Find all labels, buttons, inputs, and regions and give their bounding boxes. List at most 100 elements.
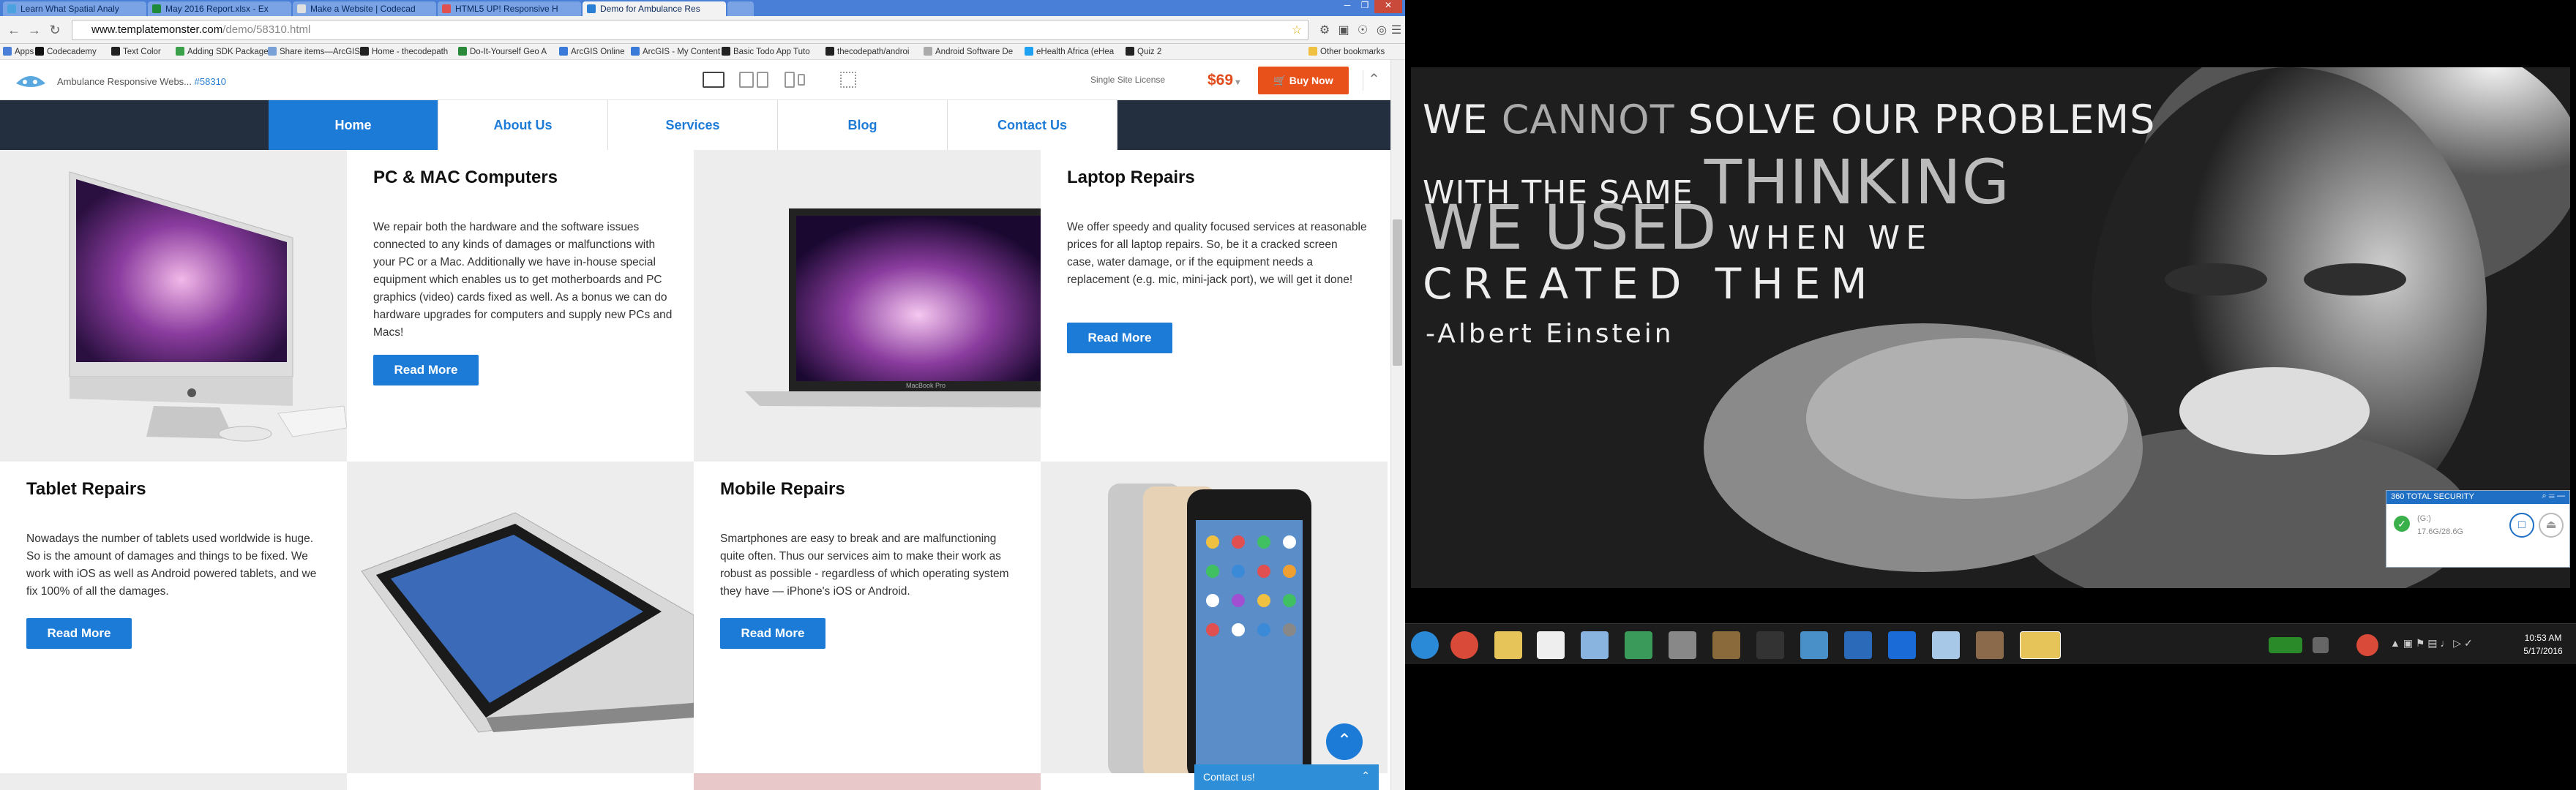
bookmark-favicon <box>924 47 932 56</box>
collapse-icon[interactable]: ⌃ <box>1363 70 1385 91</box>
browser-tab-active[interactable]: Demo for Ambulance Res <box>583 1 726 16</box>
nav-contact-us[interactable]: Contact Us <box>948 100 1117 150</box>
terminal-icon[interactable] <box>1756 631 1784 659</box>
star-icon[interactable]: ☆ <box>1289 23 1304 37</box>
bookmark-item[interactable]: eHealth Africa (eHea <box>1025 47 1114 56</box>
nav-about-us[interactable]: About Us <box>438 100 608 150</box>
app-icon[interactable] <box>1976 631 2004 659</box>
browser-tab[interactable]: May 2016 Report.xlsx - Ex <box>148 1 291 16</box>
read-more-button[interactable]: Read More <box>26 618 132 649</box>
bookmark-label: ArcGIS - My Content <box>643 48 721 56</box>
bookmark-item[interactable]: Share items—ArcGIS <box>268 47 360 56</box>
tab-title: May 2016 Report.xlsx - Ex <box>165 4 269 14</box>
bookmark-item[interactable]: Home - thecodepath <box>360 47 448 56</box>
bookmark-favicon <box>1308 47 1317 56</box>
url-path: /demo/58310.html <box>222 23 311 36</box>
scrollbar[interactable] <box>1390 60 1405 790</box>
scrollbar-thumb[interactable] <box>1393 219 1402 366</box>
bookmark-item[interactable]: Codecademy <box>35 47 97 56</box>
security-window-controls[interactable]: ⌕ ☰ — <box>2542 492 2565 501</box>
mobile-small-icon[interactable] <box>798 74 805 86</box>
app-icon[interactable] <box>1712 631 1740 659</box>
tablet-portrait-icon[interactable] <box>757 72 768 88</box>
chevron-up-icon[interactable]: ⌃ <box>1361 770 1370 782</box>
bookmark-item[interactable]: Adding SDK Package <box>176 47 269 56</box>
bookmark-item[interactable]: Android Software De <box>924 47 1013 56</box>
extension-icon[interactable]: ⚙ <box>1317 23 1332 37</box>
bookmark-label: Text Color <box>123 48 161 56</box>
tray-icons[interactable]: ▲ ▣ ⚑ ▤ ♩ ▷ ✓ <box>2390 637 2473 650</box>
bookmark-item[interactable]: Other bookmarks <box>1308 47 1385 56</box>
menu-icon[interactable]: ☰ <box>1389 23 1404 37</box>
bookmark-label: Home - thecodepath <box>372 48 449 56</box>
extension-icon[interactable]: ▣ <box>1336 23 1351 37</box>
card-title: PC & MAC Computers <box>373 168 558 187</box>
scroll-to-top-button[interactable]: ⌃ <box>1326 723 1363 760</box>
network-tray-icon[interactable] <box>2313 637 2329 653</box>
template-code[interactable]: #58310 <box>195 76 226 87</box>
read-more-button[interactable]: Read More <box>373 355 479 385</box>
signal-icon[interactable] <box>2269 637 2302 653</box>
vscode-icon[interactable] <box>1844 631 1872 659</box>
document-icon[interactable] <box>1537 631 1565 659</box>
bookmark-item[interactable]: Do-It-Yourself Geo A <box>458 47 547 56</box>
contact-widget[interactable]: Contact us! ⌃ <box>1194 764 1379 790</box>
bookmark-item[interactable]: Apps <box>3 47 34 56</box>
nav-services[interactable]: Services <box>608 100 778 150</box>
buy-now-button[interactable]: 🛒 Buy Now <box>1258 67 1349 94</box>
bookmark-item[interactable]: ArcGIS Online <box>559 47 625 56</box>
read-more-button[interactable]: Read More <box>720 618 825 649</box>
tablet-landscape-icon[interactable] <box>739 72 754 88</box>
chrome-icon[interactable] <box>1450 631 1478 659</box>
new-tab-button[interactable] <box>727 1 754 16</box>
url-host: www.templatemonster.com <box>91 23 223 36</box>
security-tray-icon[interactable] <box>2356 634 2378 656</box>
address-bar[interactable]: www.templatemonster.com/demo/58310.html <box>72 20 1308 40</box>
bookmark-favicon <box>268 47 277 56</box>
browser-tab[interactable]: HTML5 UP! Responsive H <box>438 1 581 16</box>
app-icon[interactable] <box>1888 631 1916 659</box>
browser-tab[interactable]: Make a Website | Codecad <box>293 1 436 16</box>
bookmark-favicon <box>631 47 640 56</box>
restore-icon[interactable]: ❐ <box>1357 0 1373 13</box>
explorer-window-icon[interactable] <box>2020 631 2061 659</box>
nav-blog[interactable]: Blog <box>778 100 948 150</box>
chevron-up-icon: ⌃ <box>1336 731 1352 750</box>
back-icon[interactable]: ← <box>6 22 22 38</box>
taskbar: ▲ ▣ ⚑ ▤ ♩ ▷ ✓ 10:53 AM 5/17/2016 <box>1405 623 2576 664</box>
bookmark-item[interactable]: Basic Todo App Tuto <box>722 47 810 56</box>
excel-icon[interactable] <box>1625 631 1652 659</box>
bookmark-label: Codecademy <box>47 48 97 56</box>
extension-icon[interactable]: ☉ <box>1355 23 1370 37</box>
app-icon[interactable] <box>1932 631 1960 659</box>
minimize-icon[interactable]: ─ <box>1339 0 1355 13</box>
read-more-button[interactable]: Read More <box>1067 323 1172 353</box>
browser-tab[interactable]: Learn What Spatial Analy <box>3 1 146 16</box>
mobile-view-icon[interactable] <box>785 72 795 88</box>
nav-home[interactable]: Home <box>269 100 438 150</box>
clock[interactable]: 10:53 AM 5/17/2016 <box>2517 631 2569 658</box>
forward-icon[interactable]: → <box>26 22 42 38</box>
qr-code-icon[interactable] <box>840 72 856 88</box>
extension-icon[interactable]: ◎ <box>1374 23 1389 37</box>
desktop-view-icon[interactable] <box>703 72 724 88</box>
bookmark-label: Apps <box>15 48 34 56</box>
paint-icon[interactable] <box>1669 631 1696 659</box>
bookmark-item[interactable]: Text Color <box>111 47 161 56</box>
explorer-icon[interactable] <box>1494 631 1522 659</box>
reload-icon[interactable]: ↻ <box>47 22 63 38</box>
laptop-brand-label: MacBook Pro <box>906 382 946 389</box>
bookmark-item[interactable]: thecodepath/androi <box>825 47 909 56</box>
bookmark-item[interactable]: Quiz 2 <box>1126 47 1161 56</box>
quote-word: WE <box>1423 97 1489 143</box>
start-button[interactable] <box>1411 631 1439 659</box>
notepad-icon[interactable] <box>1581 631 1609 659</box>
network-icon[interactable] <box>1800 631 1828 659</box>
bookmark-item[interactable]: ArcGIS - My Content <box>631 47 720 56</box>
price[interactable]: $69 ▾ <box>1208 72 1240 89</box>
eject-icon[interactable]: ⏏ <box>2539 513 2564 538</box>
bookmark-label: Share items—ArcGIS <box>280 48 360 56</box>
tab-favicon <box>297 4 306 13</box>
folder-icon[interactable]: □ <box>2509 513 2534 538</box>
close-icon[interactable]: ✕ <box>1374 0 1402 13</box>
